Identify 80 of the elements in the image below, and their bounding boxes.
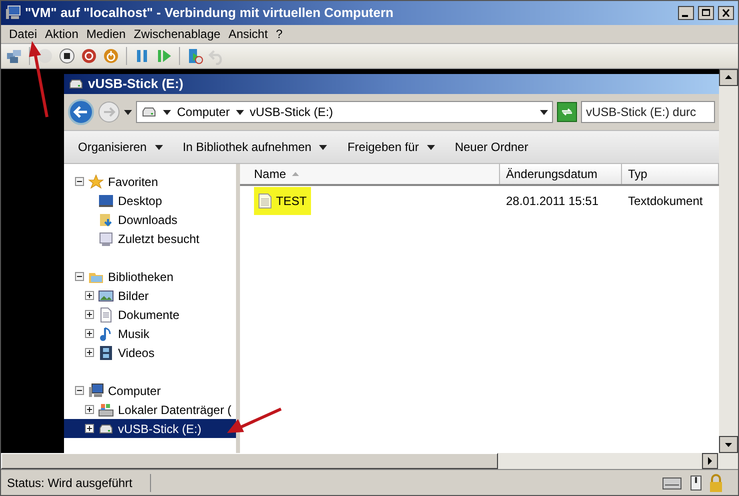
tree-item[interactable]: Bibliotheken (64, 267, 236, 286)
window-title: "VM" auf "localhost" - Verbindung mit virtuellen Computern (25, 4, 394, 22)
desktop-icon (98, 192, 114, 208)
tree-item[interactable]: Videos (64, 343, 236, 362)
mouse-icon (688, 472, 704, 492)
computer-icon (5, 5, 21, 21)
explorer-title: vUSB-Stick (E:) (88, 75, 184, 94)
expand-toggle[interactable] (85, 291, 94, 300)
command-button[interactable]: Freigeben für (347, 138, 435, 156)
annotation-arrow (227, 407, 283, 435)
shutdown-icon[interactable] (80, 47, 98, 65)
tree-item[interactable]: Favoriten (64, 172, 236, 191)
collapse-toggle[interactable] (75, 386, 84, 395)
caret-icon (319, 144, 328, 150)
refresh-button[interactable] (557, 102, 577, 122)
maximize-button[interactable] (698, 6, 714, 20)
scroll-right-button[interactable] (702, 453, 718, 469)
caret-icon (124, 110, 132, 114)
sort-arrow-icon (292, 172, 300, 176)
picture-icon (98, 288, 114, 304)
tree-item[interactable]: vUSB-Stick (E:) (64, 419, 236, 438)
expand-toggle[interactable] (85, 424, 94, 433)
computer-icon (88, 382, 104, 398)
command-button[interactable]: In Bibliothek aufnehmen (182, 138, 328, 156)
status-text: Status: Wird ausgeführt (1, 474, 151, 492)
menu-item[interactable]: Ansicht (224, 25, 272, 43)
table-cell-text: 28.01.2011 15:51 (505, 193, 600, 210)
breadcrumb-item[interactable]: vUSB-Stick (E:) (250, 103, 334, 121)
command-button[interactable]: Organisieren (78, 138, 163, 156)
tree-item[interactable]: Zuletzt besucht (64, 229, 236, 248)
tree-item[interactable]: Dokumente (64, 305, 236, 324)
tree-item[interactable]: Computer (64, 381, 236, 400)
caret-icon (540, 110, 548, 114)
caret-icon (154, 144, 163, 150)
minimize-button[interactable] (678, 6, 694, 20)
power-icon[interactable] (102, 47, 120, 65)
caret-icon (236, 110, 244, 114)
vertical-scrollbar[interactable] (719, 69, 738, 453)
film-icon (98, 344, 114, 360)
menu-item[interactable]: Aktion (41, 25, 82, 43)
search-field[interactable]: vUSB-Stick (E:) durc (581, 101, 715, 123)
column-header[interactable]: Änderungsdatum (500, 164, 622, 184)
scroll-up-button[interactable] (719, 69, 738, 86)
expand-toggle[interactable] (85, 348, 94, 357)
tree-item[interactable]: Downloads (64, 210, 236, 229)
table-cell-text: Textdokument (627, 193, 704, 210)
tree-item[interactable]: Musik (64, 324, 236, 343)
download-folder-icon (98, 212, 114, 228)
menu-item[interactable]: Datei (5, 25, 42, 43)
collapse-toggle[interactable] (75, 177, 84, 186)
document-icon (98, 306, 114, 322)
expand-toggle[interactable] (85, 329, 94, 338)
menu-item[interactable]: Zwischenablage (130, 25, 224, 43)
address-bar[interactable]: Computer vUSB-Stick (E:) (136, 101, 553, 123)
horizontal-scrollbar[interactable] (1, 453, 738, 469)
keyboard-icon[interactable] (5, 47, 23, 65)
tree-item[interactable]: Desktop (64, 191, 236, 210)
tree-item[interactable]: Lokaler Datenträger ( (64, 400, 236, 419)
caret-icon (426, 144, 435, 150)
lock-icon (708, 472, 724, 492)
breadcrumb-item[interactable]: Computer (177, 103, 230, 121)
command-button[interactable]: Neuer Ordner (454, 138, 528, 156)
file-name[interactable]: TEST (254, 187, 311, 215)
star-icon (88, 174, 104, 190)
text-file-icon (258, 193, 272, 209)
menu-item[interactable]: ? (272, 25, 286, 43)
tree-item[interactable]: Bilder (64, 286, 236, 305)
caret-icon (163, 110, 171, 114)
back-button[interactable] (68, 99, 94, 125)
column-header[interactable]: Name (240, 164, 500, 184)
scroll-down-button[interactable] (719, 436, 738, 453)
hard-drive-icon (98, 402, 114, 418)
snapshot-icon[interactable] (186, 47, 204, 65)
recent-places-icon (98, 230, 114, 246)
menu-item[interactable]: Medien (82, 25, 130, 43)
collapse-toggle[interactable] (75, 272, 84, 281)
close-button[interactable] (718, 6, 734, 20)
expand-toggle[interactable] (85, 405, 94, 414)
stop-icon[interactable] (58, 47, 76, 65)
expand-toggle[interactable] (85, 310, 94, 319)
